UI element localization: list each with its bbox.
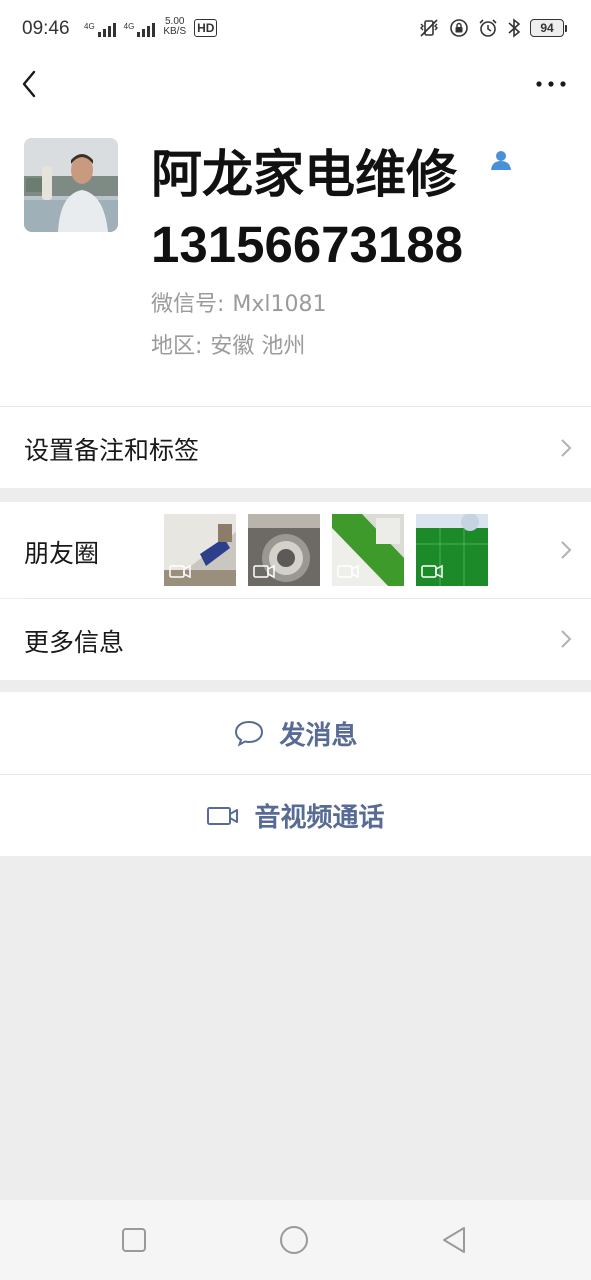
battery-level: 94 xyxy=(530,19,564,37)
video-camera-icon xyxy=(207,806,239,825)
status-right-icons: 94 xyxy=(418,18,567,38)
chevron-right-icon xyxy=(561,541,572,559)
send-message-button[interactable]: 发消息 xyxy=(0,692,591,774)
wechat-id-value: Mxl1081 xyxy=(232,292,327,317)
remark-tags-label: 设置备注和标签 xyxy=(24,436,200,465)
vibrate-icon xyxy=(420,19,438,37)
signal-icon: 4G xyxy=(124,23,156,37)
status-left-icons: 4G 4G 5.00 KB/S HD xyxy=(84,17,218,37)
signal-icon: 4G xyxy=(84,23,116,37)
remark-tags-row[interactable]: 设置备注和标签 xyxy=(0,407,591,488)
lock-rotation-icon xyxy=(450,19,468,37)
more-options-button[interactable] xyxy=(531,64,571,104)
send-message-label: 发消息 xyxy=(279,720,358,751)
bluetooth-icon xyxy=(508,18,521,38)
recent-apps-button[interactable] xyxy=(118,1224,150,1256)
video-call-button[interactable]: 音视频通话 xyxy=(0,775,591,856)
profile-name: 阿龙家电维修 xyxy=(151,146,458,205)
moments-thumbnails xyxy=(164,514,488,586)
status-time: 09:46 xyxy=(22,18,70,39)
region-line: 地区: 安徽 池州 xyxy=(151,328,305,360)
wechat-id-line: 微信号: Mxl1081 xyxy=(151,286,327,318)
battery-icon: 94 xyxy=(530,19,567,37)
signal-label: 4G xyxy=(123,22,135,31)
moments-thumbnail[interactable] xyxy=(416,514,488,586)
network-speed-unit: KB/S xyxy=(163,26,187,37)
region-label: 地区: xyxy=(151,334,203,359)
more-info-row[interactable]: 更多信息 xyxy=(0,599,591,680)
status-bar: 09:46 4G 4G 5.00 KB/S HD 94 xyxy=(0,0,591,60)
chevron-right-icon xyxy=(561,630,572,648)
moments-thumbnail[interactable] xyxy=(248,514,320,586)
back-button[interactable] xyxy=(14,64,54,104)
signal-label: 4G xyxy=(84,22,95,31)
system-navigation-bar xyxy=(0,1200,591,1280)
network-speed: 5.00 KB/S xyxy=(163,17,186,37)
back-nav-button[interactable] xyxy=(438,1224,470,1256)
hd-icon: HD xyxy=(194,19,218,37)
chat-bubble-icon xyxy=(235,720,264,747)
moments-label: 朋友圈 xyxy=(24,539,100,568)
more-info-label: 更多信息 xyxy=(24,628,125,657)
moments-thumbnail[interactable] xyxy=(164,514,236,586)
profile-header: 阿龙家电维修 13156673188 微信号: Mxl1081 地区: 安徽 池州 xyxy=(0,106,591,406)
avatar[interactable] xyxy=(24,138,118,232)
alarm-icon xyxy=(479,19,497,37)
video-call-label: 音视频通话 xyxy=(254,803,385,833)
nav-bar xyxy=(0,60,591,106)
moments-row[interactable]: 朋友圈 xyxy=(0,502,591,598)
chevron-right-icon xyxy=(561,439,572,457)
contact-badge-icon xyxy=(491,151,511,170)
wechat-id-label: 微信号: xyxy=(151,292,225,317)
moments-thumbnail[interactable] xyxy=(332,514,404,586)
profile-phone: 13156673188 xyxy=(151,216,464,273)
home-button[interactable] xyxy=(278,1224,310,1256)
region-value: 安徽 池州 xyxy=(210,334,306,359)
